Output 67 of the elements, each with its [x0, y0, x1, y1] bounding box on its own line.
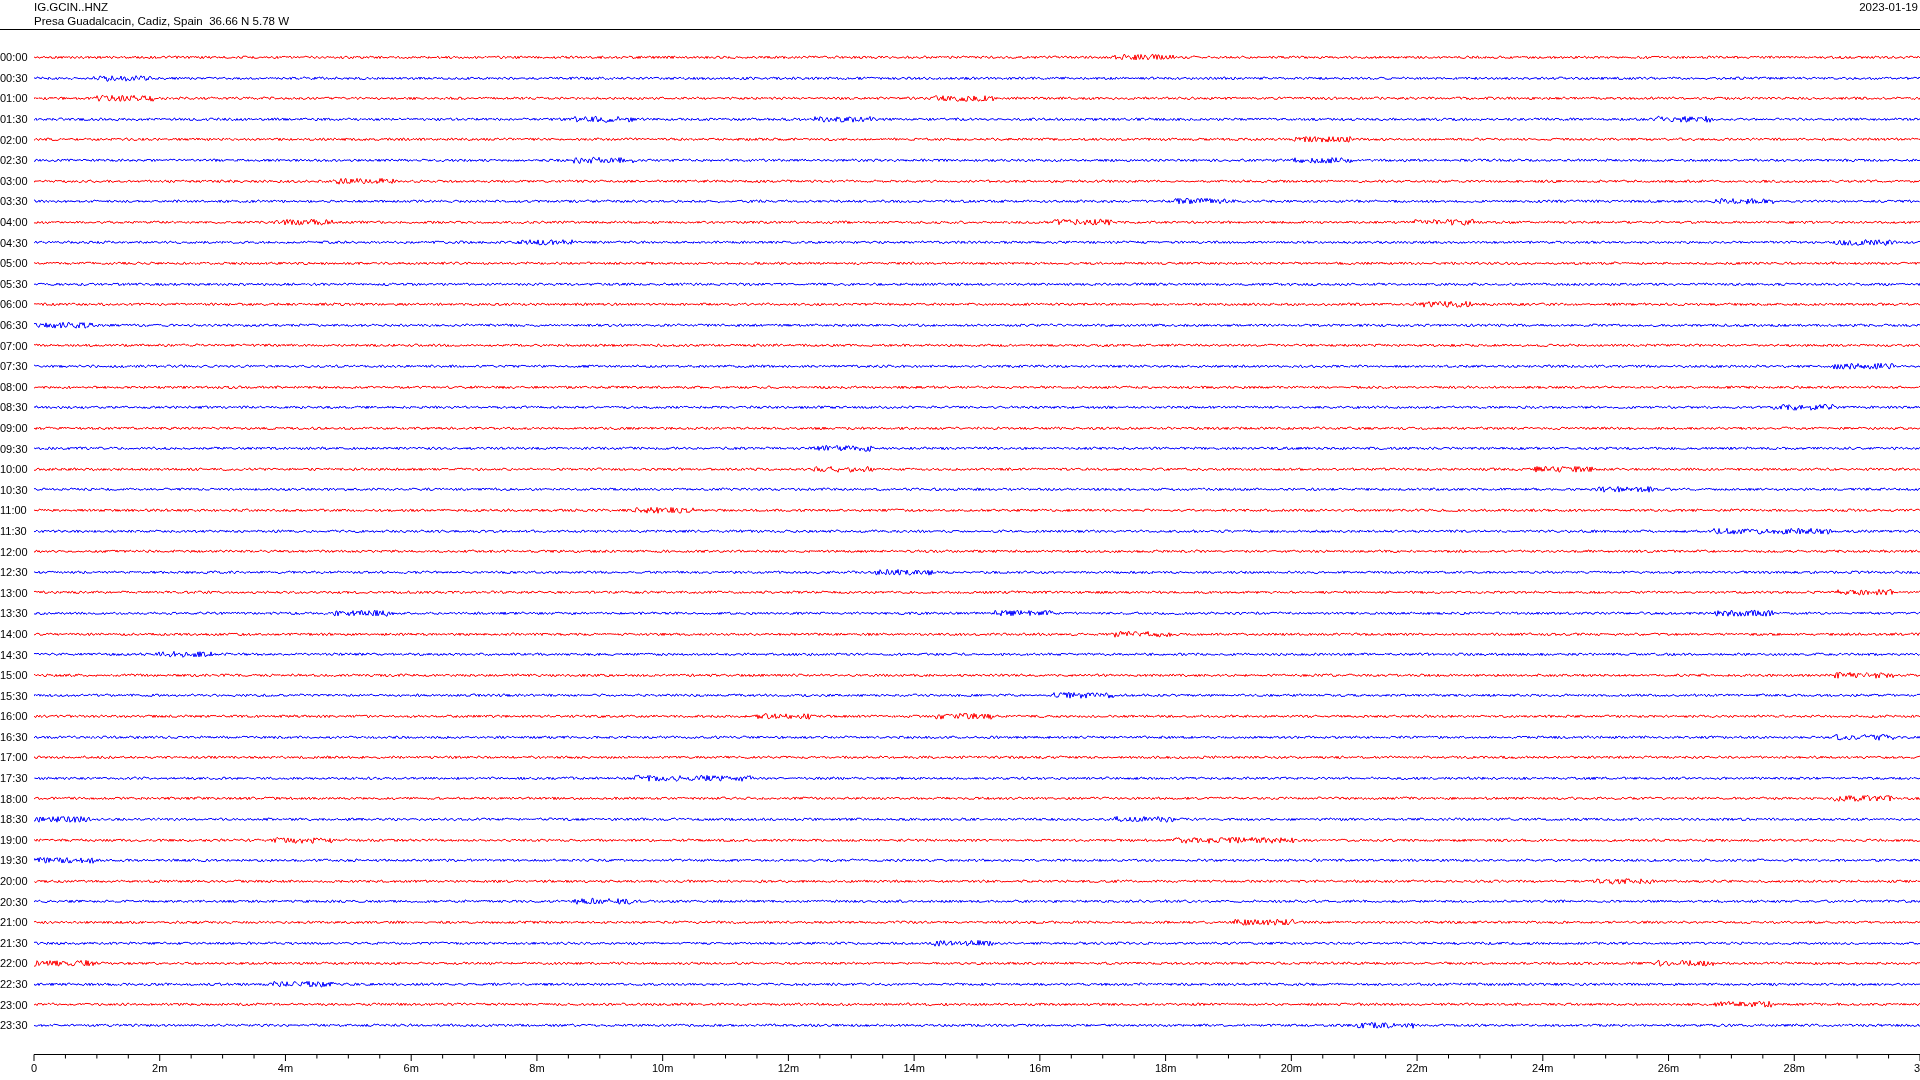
- time-label: 02:30: [0, 154, 29, 167]
- time-label: 21:30: [0, 936, 29, 949]
- time-label: 22:00: [0, 957, 29, 970]
- time-label: 01:00: [0, 92, 29, 105]
- axis-label: 26m: [1657, 1061, 1680, 1074]
- time-label: 10:30: [0, 483, 29, 496]
- time-label: 06:00: [0, 298, 29, 311]
- axis-label: 16m: [1029, 1061, 1051, 1074]
- station-location: Presa Guadalcacin, Cadiz, Spain 36.66 N 5.78 W: [34, 14, 290, 28]
- time-label: 00:30: [0, 71, 29, 84]
- time-label: 14:00: [0, 627, 29, 640]
- time-label: 16:00: [0, 710, 29, 723]
- time-label: 19:00: [0, 833, 29, 846]
- time-label: 01:30: [0, 113, 29, 126]
- time-label: 20:00: [0, 875, 29, 888]
- time-label: 12:00: [0, 545, 29, 558]
- axis-label: 4m: [277, 1061, 294, 1074]
- time-label: 08:30: [0, 401, 29, 414]
- time-label: 09:00: [0, 422, 29, 434]
- axis-label: 6m: [403, 1061, 419, 1074]
- time-label: 17:30: [0, 772, 29, 785]
- time-label: 03:30: [0, 195, 29, 208]
- time-label: 13:30: [0, 607, 29, 620]
- time-label: 03:00: [0, 174, 29, 187]
- axis-label: 28m: [1783, 1061, 1805, 1074]
- axis-label: 12m: [777, 1061, 800, 1074]
- time-label: 20:30: [0, 895, 29, 908]
- time-label: 15:00: [0, 669, 29, 682]
- time-label: 13:00: [0, 586, 29, 599]
- time-label: 08:00: [0, 380, 29, 393]
- time-label: 14:30: [0, 648, 29, 661]
- axis-label: 20m: [1280, 1061, 1303, 1074]
- time-label: 11:00: [0, 504, 28, 517]
- time-label: 09:30: [0, 442, 29, 455]
- time-label: 05:00: [0, 257, 29, 270]
- axis-label: 3: [1913, 1061, 1920, 1074]
- axis-label: 24m: [1532, 1061, 1554, 1074]
- time-label: 23:30: [0, 1019, 29, 1032]
- time-label: 21:00: [0, 916, 29, 929]
- time-label: 05:30: [0, 277, 29, 290]
- time-label: 04:00: [0, 216, 29, 229]
- time-label: 18:00: [0, 792, 29, 805]
- axis-label: 18m: [1154, 1061, 1177, 1074]
- axis-label: 14m: [903, 1061, 925, 1074]
- time-label: 06:30: [0, 319, 29, 331]
- station-code: IG.GCIN..HNZ: [34, 0, 110, 14]
- axis-label: 2m: [152, 1061, 168, 1074]
- time-label: 07:30: [0, 360, 29, 373]
- time-label: 15:30: [0, 689, 29, 702]
- time-label: 23:00: [0, 998, 29, 1011]
- time-label: 16:30: [0, 730, 29, 743]
- time-label: 17:00: [0, 751, 29, 764]
- axis-label: 10m: [651, 1061, 674, 1074]
- time-label: 02:00: [0, 133, 29, 146]
- time-label: 22:30: [0, 978, 29, 990]
- time-label: 18:30: [0, 813, 29, 826]
- time-label: 19:30: [0, 854, 29, 867]
- time-label: 12:30: [0, 566, 29, 579]
- axis-label: 0: [30, 1061, 38, 1074]
- time-label: 07:00: [0, 339, 29, 352]
- time-label: 04:30: [0, 236, 29, 249]
- axis-label: 8m: [529, 1061, 545, 1074]
- time-label: 11:30: [0, 524, 28, 537]
- time-label: 10:00: [0, 463, 29, 476]
- plot-date: 2023-01-19: [1859, 0, 1918, 15]
- time-label: 00:00: [0, 51, 29, 64]
- axis-label: 22m: [1406, 1061, 1428, 1074]
